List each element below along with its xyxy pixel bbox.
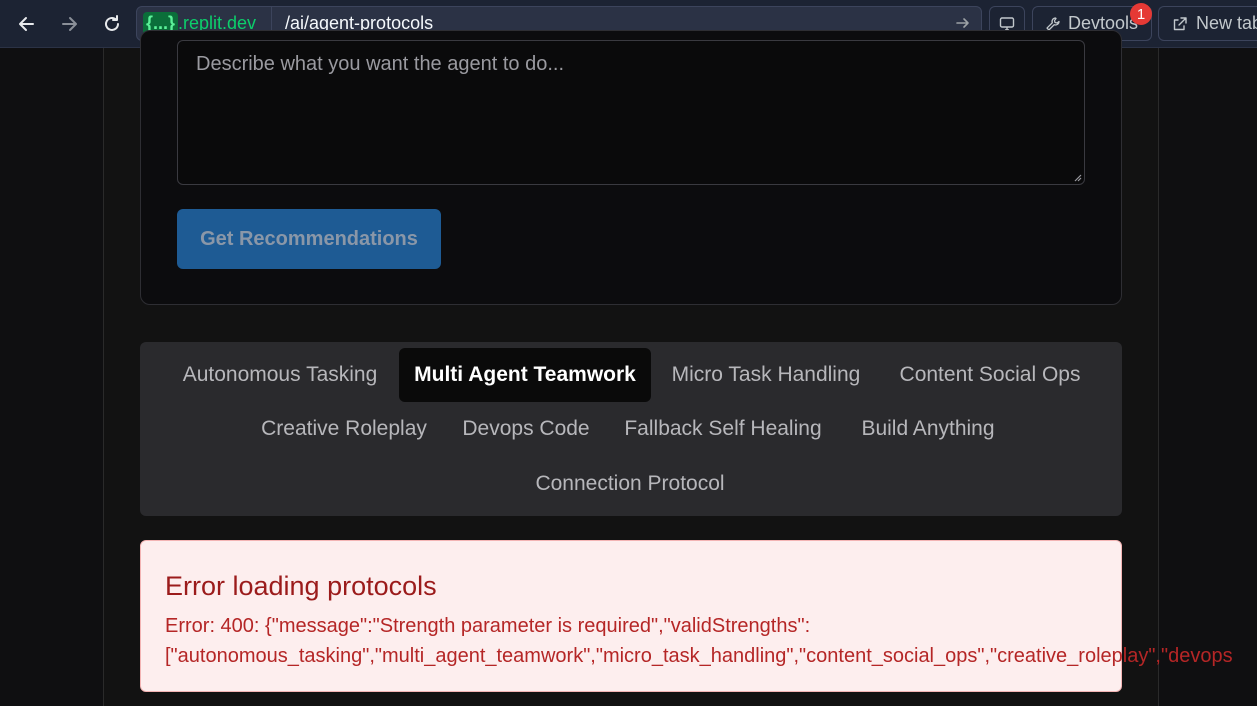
error-line-1: Error: 400: {"message":"Strength paramet… xyxy=(165,615,811,637)
tab-autonomous-tasking[interactable]: Autonomous Tasking xyxy=(162,348,398,402)
get-recommendations-button[interactable]: Get Recommendations xyxy=(177,209,441,269)
protocol-tabs: Autonomous Tasking Multi Agent Teamwork … xyxy=(140,342,1122,516)
tab-content-social-ops[interactable]: Content Social Ops xyxy=(882,348,1098,402)
back-button[interactable] xyxy=(13,10,41,38)
arrow-right-icon xyxy=(62,17,77,31)
tab-fallback-self-healing[interactable]: Fallback Self Healing xyxy=(608,402,838,456)
error-alert: Error loading protocols Error: 400: {"me… xyxy=(140,540,1233,692)
resize-handle-icon[interactable] xyxy=(1072,172,1082,182)
external-link-icon xyxy=(1173,16,1187,30)
forward-button[interactable] xyxy=(55,10,83,38)
reload-icon xyxy=(105,15,119,31)
tab-micro-task-handling[interactable]: Micro Task Handling xyxy=(652,348,880,402)
error-message: Error: 400: {"message":"Strength paramet… xyxy=(165,611,1233,671)
reload-button[interactable] xyxy=(98,10,126,38)
error-line-2: ["autonomous_tasking","multi_agent_teamw… xyxy=(165,645,1233,667)
tab-devops-code[interactable]: Devops Code xyxy=(448,402,604,456)
prompt-textarea[interactable]: Describe what you want the agent to do..… xyxy=(177,40,1085,185)
tab-creative-roleplay[interactable]: Creative Roleplay xyxy=(244,402,444,456)
tab-connection-protocol[interactable]: Connection Protocol xyxy=(516,457,744,511)
new-tab-label: New tab xyxy=(1196,13,1257,33)
go-arrow-icon[interactable] xyxy=(955,15,971,31)
error-title: Error loading protocols xyxy=(165,571,437,601)
tab-multi-agent-teamwork[interactable]: Multi Agent Teamwork xyxy=(399,348,651,402)
open-new-tab-button[interactable]: New tab xyxy=(1158,6,1257,41)
devtools-notification-badge: 1 xyxy=(1130,3,1152,25)
prompt-placeholder: Describe what you want the agent to do..… xyxy=(196,53,564,75)
arrow-left-icon xyxy=(19,17,34,31)
tab-build-anything[interactable]: Build Anything xyxy=(840,402,1016,456)
